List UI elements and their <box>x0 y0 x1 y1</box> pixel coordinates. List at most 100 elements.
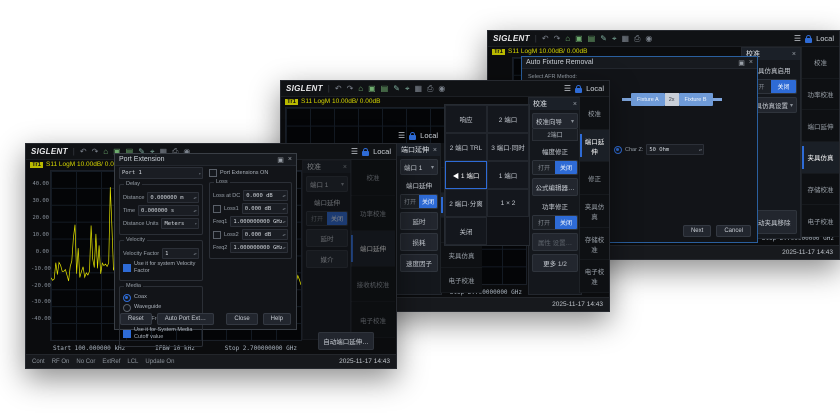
undo-icon[interactable]: ↶ <box>335 85 342 93</box>
more-button[interactable]: 更多 1/2 <box>532 254 578 272</box>
trace-badge[interactable]: Tr1 <box>492 49 505 55</box>
loss2-input[interactable]: 0.000 dB▴▾ <box>242 229 288 240</box>
cal-type-cell[interactable]: 2 端口 TRL <box>445 133 487 161</box>
sidebar-item-correction[interactable]: 修正 <box>580 162 609 195</box>
freq2-input[interactable]: 1.000000000 GHz▴▾ <box>230 242 288 253</box>
time-input[interactable]: 0.000000 s▴▾ <box>138 205 199 216</box>
reset-button[interactable]: Reset <box>120 313 152 325</box>
sidebar-item-port-ext[interactable]: 端口延伸 <box>580 130 609 163</box>
hamburger-menu-icon[interactable]: ☰ <box>794 34 801 43</box>
freq1-input[interactable]: 1.000000000 GHz▴▾ <box>230 216 288 227</box>
lock-icon[interactable] <box>805 38 812 43</box>
sidebar-item-ecal[interactable]: 电子校准 <box>802 205 839 237</box>
sidebar-item-fixture[interactable]: 夹具仿真 <box>580 195 609 228</box>
close-button[interactable]: Close <box>226 313 257 325</box>
lock-icon[interactable] <box>409 135 416 140</box>
sidebar-item-save-cal[interactable]: 存储校准 <box>580 228 609 261</box>
trace-badge[interactable]: Tr1 <box>285 99 298 105</box>
media-button[interactable]: 媒介 <box>306 250 348 268</box>
port-select-dropdown[interactable]: 端口 1 ▾ <box>306 176 348 192</box>
preset-icon[interactable]: ⌂ <box>565 35 570 43</box>
capture-screen-icon[interactable]: ▣ <box>368 85 376 93</box>
delay-button[interactable]: 延时 <box>400 212 438 230</box>
preset-icon[interactable]: ⌂ <box>103 148 108 156</box>
redo-icon[interactable]: ↷ <box>92 148 99 156</box>
dialog-titlebar[interactable]: Auto Fixture Removal ▣ × <box>522 57 757 69</box>
sidebar-item-port-ext[interactable]: 端口延伸 <box>351 231 395 267</box>
spinner-arrows-icon[interactable]: ▴▾ <box>282 245 285 250</box>
sidebar-item-receiver-cal[interactable]: 接收机校准 <box>351 267 395 303</box>
loss2-checkbox[interactable] <box>213 231 221 239</box>
toggle-off[interactable]: 关闭 <box>419 195 437 208</box>
annotate-icon[interactable]: ✎ <box>600 35 607 43</box>
sidebar-item-ecal[interactable]: 电子校准 <box>441 268 482 293</box>
capture-screen-icon[interactable]: ▣ <box>575 35 583 43</box>
spinner-arrows-icon[interactable]: ▴▾ <box>282 232 285 237</box>
redo-icon[interactable]: ↷ <box>554 35 561 43</box>
sidebar-item-fixture[interactable]: 夹具仿真 <box>441 243 482 268</box>
waveguide-radio[interactable] <box>123 304 131 312</box>
spinner-arrows-icon[interactable]: ▴▾ <box>193 251 196 256</box>
coax-radio[interactable] <box>123 294 131 302</box>
marker-icon[interactable]: ⌖ <box>612 35 617 43</box>
cal-wizard-dropdown[interactable]: 校准向导 ▾ <box>532 113 578 129</box>
sidebar-item-cal[interactable]: 校准 <box>351 160 395 196</box>
loss-dc-input[interactable]: 0.000 dB▴▾ <box>243 190 288 201</box>
undo-icon[interactable]: ↶ <box>80 148 87 156</box>
char-z-radio[interactable] <box>614 146 622 154</box>
sidebar-item-save-cal[interactable]: 存储校准 <box>802 174 839 206</box>
toggle-off[interactable]: 关闭 <box>327 212 347 225</box>
cal-type-cell[interactable]: 3 端口·同时 <box>487 133 529 161</box>
spinner-arrows-icon[interactable]: ▴▾ <box>193 208 196 213</box>
sidebar-item-power-cal[interactable]: 功率校准 <box>351 196 395 232</box>
panel-header[interactable]: 校准 × <box>303 161 351 173</box>
panel-header[interactable]: 校准 × <box>529 98 581 110</box>
auto-port-ext-button[interactable]: Auto Port Ext… <box>157 313 214 325</box>
spinner-arrows-icon[interactable]: ▴▾ <box>282 219 285 224</box>
sidebar-item-power-cal[interactable]: 功率校准 <box>802 79 839 111</box>
save-state-icon[interactable]: ▦ <box>414 85 422 93</box>
power-corr-toggle[interactable]: 打开 关闭 <box>532 215 578 230</box>
close-icon[interactable]: × <box>288 156 292 163</box>
layout-icon[interactable]: ▤ <box>381 85 389 93</box>
vf-system-checkbox[interactable] <box>123 264 131 272</box>
annotate-icon[interactable]: ✎ <box>393 85 400 93</box>
hamburger-menu-icon[interactable]: ☰ <box>398 131 405 140</box>
spinner-arrows-icon[interactable]: ▴▾ <box>282 193 285 198</box>
screenshot-icon[interactable]: ◉ <box>438 85 445 93</box>
port-select-dropdown[interactable]: 端口 1 ▾ <box>400 159 438 175</box>
close-icon[interactable]: × <box>749 59 753 66</box>
spinner-arrows-icon[interactable]: ▴▾ <box>193 195 196 200</box>
toggle-off[interactable]: 关闭 <box>771 80 796 93</box>
cal-type-cell[interactable]: 关闭 <box>445 217 487 245</box>
save-state-icon[interactable]: ▦ <box>621 35 629 43</box>
cal-type-cell[interactable]: 2 端口 <box>487 105 529 133</box>
panel-header[interactable]: 端口延伸 × <box>397 144 441 156</box>
sidebar-item-cal[interactable]: 校准 <box>580 97 609 130</box>
delay-button[interactable]: 延时 <box>306 229 348 247</box>
close-icon[interactable]: × <box>792 51 796 58</box>
toggle-on[interactable]: 打开 <box>307 212 327 225</box>
dock-icon[interactable]: ▣ <box>277 156 284 164</box>
print-icon[interactable]: ⎙ <box>427 85 433 93</box>
preset-icon[interactable]: ⌂ <box>358 85 363 93</box>
cal-type-cell[interactable]: 1 × 2 <box>487 189 529 217</box>
marker-icon[interactable]: ⌖ <box>405 85 410 93</box>
close-icon[interactable]: × <box>343 164 347 171</box>
port-select[interactable]: Port 1 ▾ <box>119 167 203 179</box>
distance-input[interactable]: 0.000000 m▴▾ <box>147 192 199 203</box>
dialog-titlebar[interactable]: Port Extension ▣ × <box>115 154 296 166</box>
distance-units-select[interactable]: Meters▾ <box>161 218 199 229</box>
dock-icon[interactable]: ▣ <box>738 59 745 67</box>
char-z-input[interactable]: 50 Ohm ▴▾ <box>646 144 704 155</box>
close-icon[interactable]: × <box>433 147 437 154</box>
velocity-button[interactable]: 速度因子 <box>400 254 438 272</box>
formula-editor-button[interactable]: 公式编辑器… <box>532 178 578 196</box>
port-extensions-on-checkbox[interactable] <box>209 169 217 177</box>
toggle-off[interactable]: 关闭 <box>555 216 577 229</box>
cal-type-cell-selected[interactable]: ◀ 1 端口 <box>445 161 487 189</box>
close-icon[interactable]: × <box>573 101 577 108</box>
properties-button[interactable]: 属性 设置… <box>532 233 578 251</box>
lock-icon[interactable] <box>362 151 369 156</box>
cal-type-cell[interactable]: 响应 <box>445 105 487 133</box>
